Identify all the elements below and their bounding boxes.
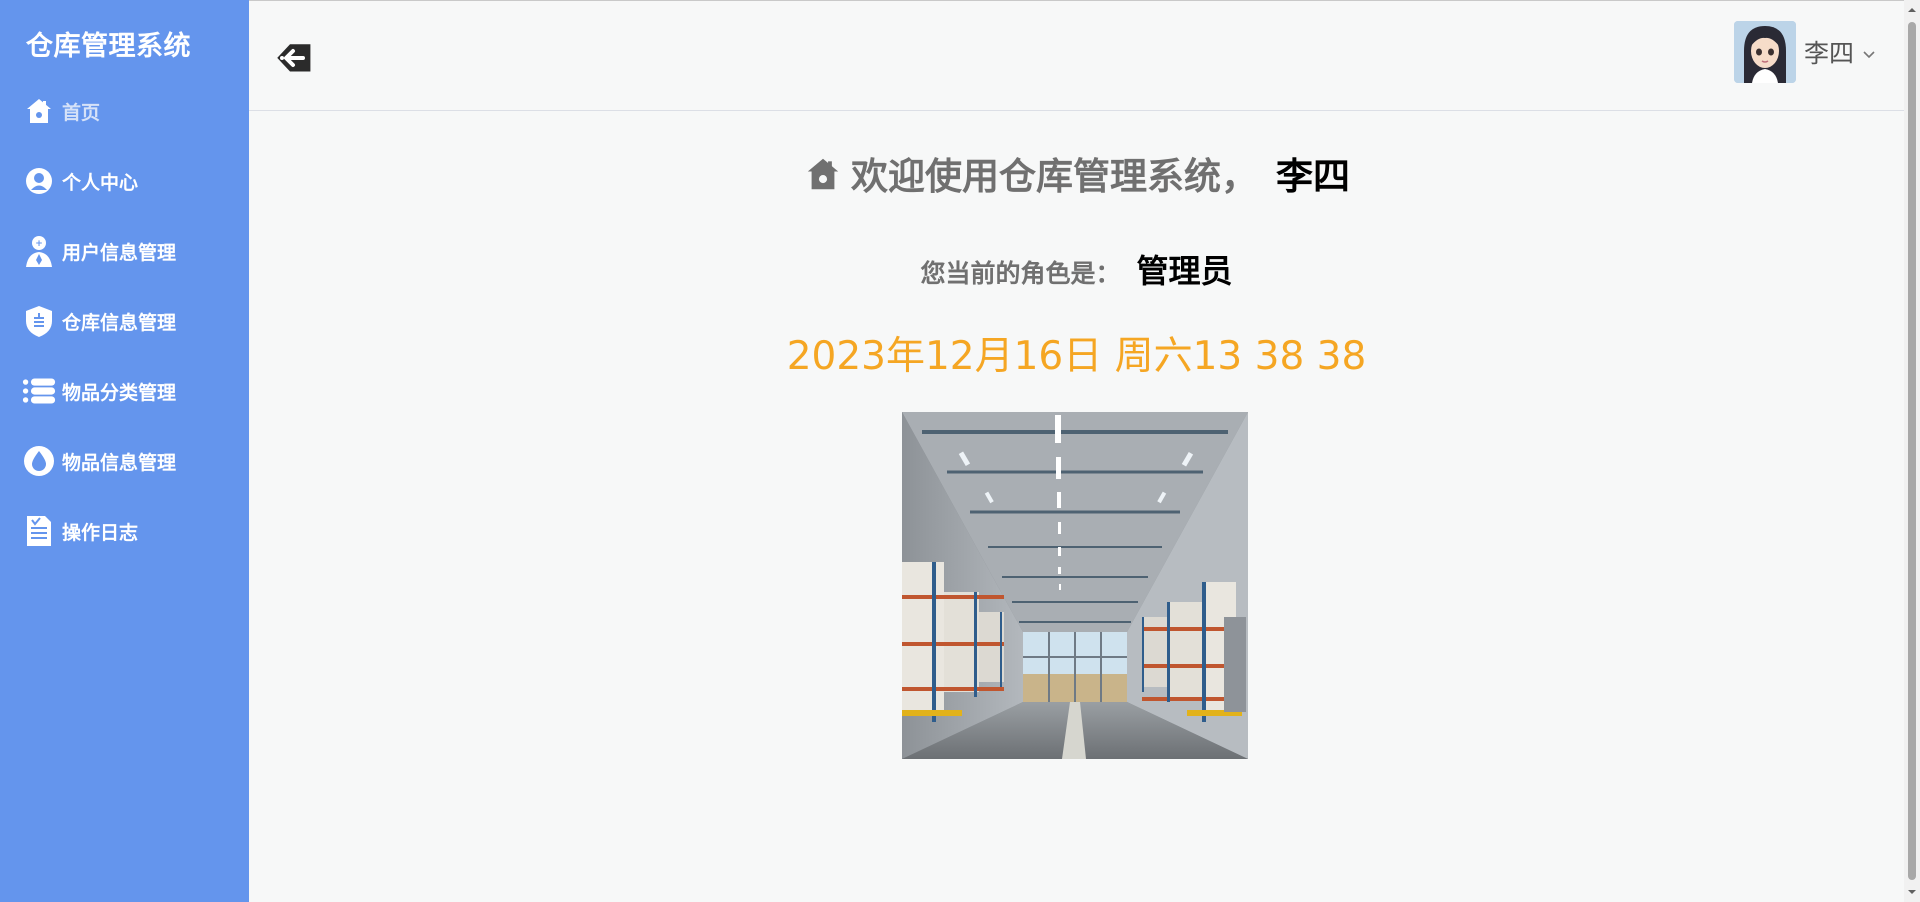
role-line: 您当前的角色是： 管理员 [249,246,1904,292]
shield-icon [22,304,56,338]
role-value: 管理员 [1136,252,1233,290]
main-content: 欢迎使用仓库管理系统， 李四 您当前的角色是： 管理员 2023年12月16日 周六… [249,111,1904,902]
user-menu[interactable]: 李四 [1733,21,1876,83]
scroll-up-icon[interactable] [1907,5,1917,15]
role-label: 您当前的角色是： [920,259,1121,288]
home-icon [803,155,843,202]
sidebar-item-label: 物品信息管理 [62,451,177,474]
sidebar-item-operation-log[interactable]: 操作日志 [0,506,249,556]
home-icon [22,94,56,128]
sidebar-item-label: 个人中心 [62,171,139,194]
sidebar-item-user-management[interactable]: + 用户信息管理 [0,226,249,276]
welcome-text: 欢迎使用仓库管理系统， [851,155,1258,198]
sidebar-item-label: 操作日志 [62,521,139,544]
welcome-heading: 欢迎使用仓库管理系统， 李四 [249,146,1904,202]
user-admin-icon: + [22,234,56,268]
warehouse-photo [902,412,1248,759]
sidebar-item-label: 仓库信息管理 [62,311,177,334]
scroll-down-icon[interactable] [1907,887,1917,897]
svg-text:+: + [35,239,43,249]
username: 李四 [1803,39,1854,68]
collapse-sidebar-button[interactable] [273,40,315,76]
brand-title: 仓库管理系统 [26,31,191,62]
drop-icon [22,444,56,478]
sidebar-item-item-management[interactable]: 物品信息管理 [0,436,249,486]
sidebar-item-warehouse-management[interactable]: 仓库信息管理 [0,296,249,346]
chevron-down-icon [1862,45,1876,64]
sidebar-item-home[interactable]: 首页 [0,86,249,136]
sidebar: 仓库管理系统 首页 个人中心 + 用户信息管理 仓库信息管理 物品分类管理 物品… [0,0,249,902]
sidebar-item-profile[interactable]: 个人中心 [0,156,249,206]
user-circle-icon [22,164,56,198]
document-icon [22,514,56,548]
top-bar: 李四 [249,0,1904,111]
avatar[interactable] [1733,21,1796,83]
list-icon [22,374,56,408]
current-datetime: 2023年12月16日 周六13 38 38 [786,334,1367,379]
sidebar-item-category-management[interactable]: 物品分类管理 [0,366,249,416]
vertical-scrollbar[interactable] [1904,0,1920,902]
welcome-username: 李四 [1276,155,1350,198]
sidebar-item-label: 物品分类管理 [62,381,177,404]
sidebar-item-label: 用户信息管理 [62,241,177,264]
sidebar-item-label: 首页 [62,101,101,124]
scrollbar-thumb[interactable] [1908,22,1916,880]
back-arrow-icon [277,44,311,72]
